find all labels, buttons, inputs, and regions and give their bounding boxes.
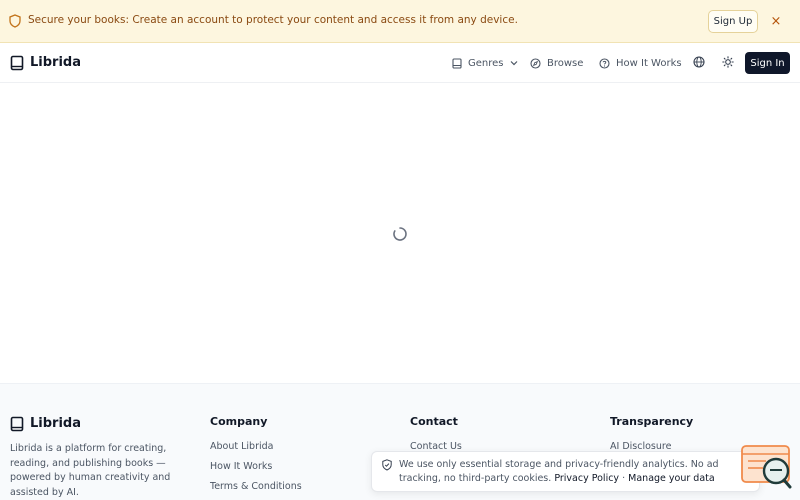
book-icon [452, 57, 462, 69]
brand-logo[interactable]: Librida [30, 55, 81, 70]
footer-link-about[interactable]: About Librida [210, 441, 273, 452]
nav-genres[interactable]: Genres [452, 56, 518, 70]
site-header: Librida Genres Browse How It Works Sign … [0, 43, 800, 83]
help-circle-icon [599, 57, 610, 69]
footer-link-terms[interactable]: Terms & Conditions [210, 481, 302, 492]
globe-icon[interactable] [693, 56, 705, 68]
nav-how-it-works[interactable]: How It Works [599, 56, 682, 70]
footer-company-title: Company [210, 415, 268, 428]
shield-icon [9, 14, 21, 28]
sun-icon[interactable] [722, 56, 734, 68]
book-icon [10, 55, 24, 71]
banner-signup-button[interactable]: Sign Up [708, 10, 758, 33]
nav-browse-label: Browse [547, 57, 584, 69]
cookie-notice: We use only essential storage and privac… [371, 451, 760, 492]
feedback-widget-icon[interactable] [741, 445, 793, 491]
compass-icon [530, 57, 541, 69]
nav-genres-label: Genres [468, 57, 504, 69]
account-banner: Secure your books: Create an account to … [0, 0, 800, 43]
book-icon [10, 416, 24, 432]
footer-link-how-it-works[interactable]: How It Works [210, 461, 272, 472]
footer-contact-title: Contact [410, 415, 458, 428]
nav-how-it-works-label: How It Works [616, 57, 682, 69]
chevron-down-icon [510, 61, 517, 66]
footer-brand: Librida [30, 416, 81, 431]
banner-message: Secure your books: Create an account to … [28, 14, 518, 26]
privacy-policy-link[interactable]: Privacy Policy [554, 473, 619, 484]
close-icon[interactable]: × [770, 13, 782, 29]
cookie-message: We use only essential storage and privac… [399, 458, 759, 485]
sign-in-button[interactable]: Sign In [745, 52, 790, 74]
manage-data-link[interactable]: Manage your data [628, 473, 715, 484]
spinner-icon [393, 227, 407, 241]
cookie-separator: · [622, 472, 626, 484]
footer-transparency-title: Transparency [610, 415, 694, 428]
nav-browse[interactable]: Browse [530, 56, 583, 70]
shield-check-icon [382, 459, 392, 471]
footer-description: Librida is a platform for creating, read… [10, 443, 171, 498]
